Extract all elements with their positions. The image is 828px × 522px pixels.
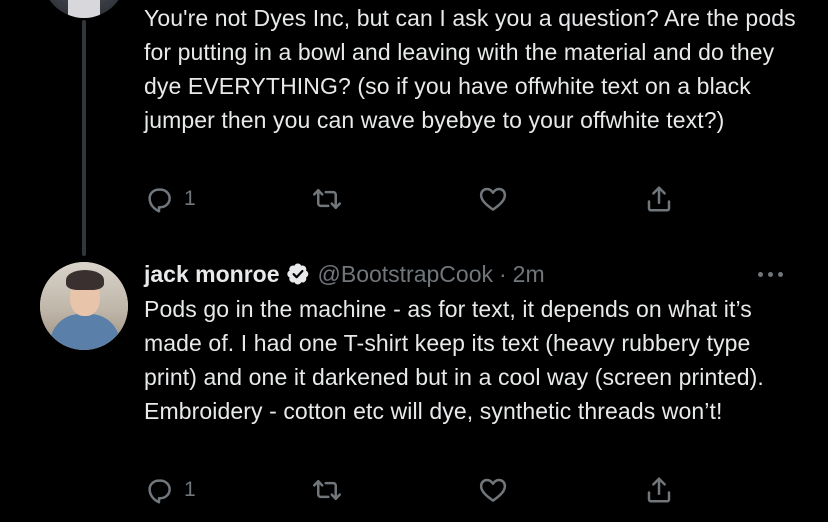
avatar-hair (66, 270, 104, 290)
share-button[interactable] (644, 181, 674, 217)
previous-tweet-avatar[interactable] (42, 0, 126, 18)
avatar-shirt (68, 0, 100, 18)
previous-tweet-text: You're not Dyes Inc, but can I ask you a… (144, 5, 803, 133)
share-icon (647, 477, 671, 503)
retweet-icon (313, 480, 341, 500)
more-options-icon (757, 271, 763, 277)
tweet-timestamp[interactable]: 2m (513, 261, 545, 288)
retweet-icon (313, 189, 341, 209)
heart-icon (479, 187, 507, 211)
reply-icon (148, 188, 171, 213)
author-display-name[interactable]: jack monroe (144, 261, 280, 288)
main-tweet-actions: 1 (144, 472, 704, 508)
reply-button[interactable]: 1 (144, 181, 196, 217)
reply-icon (148, 479, 171, 504)
like-button[interactable] (478, 472, 518, 508)
reply-button[interactable]: 1 (144, 472, 196, 508)
previous-tweet-actions: 1 (144, 181, 704, 217)
like-button[interactable] (478, 181, 518, 217)
main-tweet-text: Pods go in the machine - as for text, it… (144, 296, 771, 424)
share-button[interactable] (644, 472, 674, 508)
tweet-header: jack monroe @BootstrapCook · 2m (144, 256, 545, 292)
more-options-icon (767, 271, 773, 277)
author-avatar[interactable] (40, 262, 128, 350)
more-options-icon (777, 271, 783, 277)
retweet-button[interactable] (312, 472, 352, 508)
thread-connector-line (82, 20, 86, 256)
reply-count: 1 (184, 478, 196, 501)
verified-badge-icon (286, 263, 308, 285)
retweet-button[interactable] (312, 181, 352, 217)
author-handle[interactable]: @BootstrapCook (318, 261, 494, 288)
heart-icon (479, 478, 507, 502)
reply-count: 1 (184, 187, 196, 210)
share-icon (647, 186, 671, 212)
header-separator: · (499, 260, 507, 287)
more-options-button[interactable] (750, 258, 790, 290)
